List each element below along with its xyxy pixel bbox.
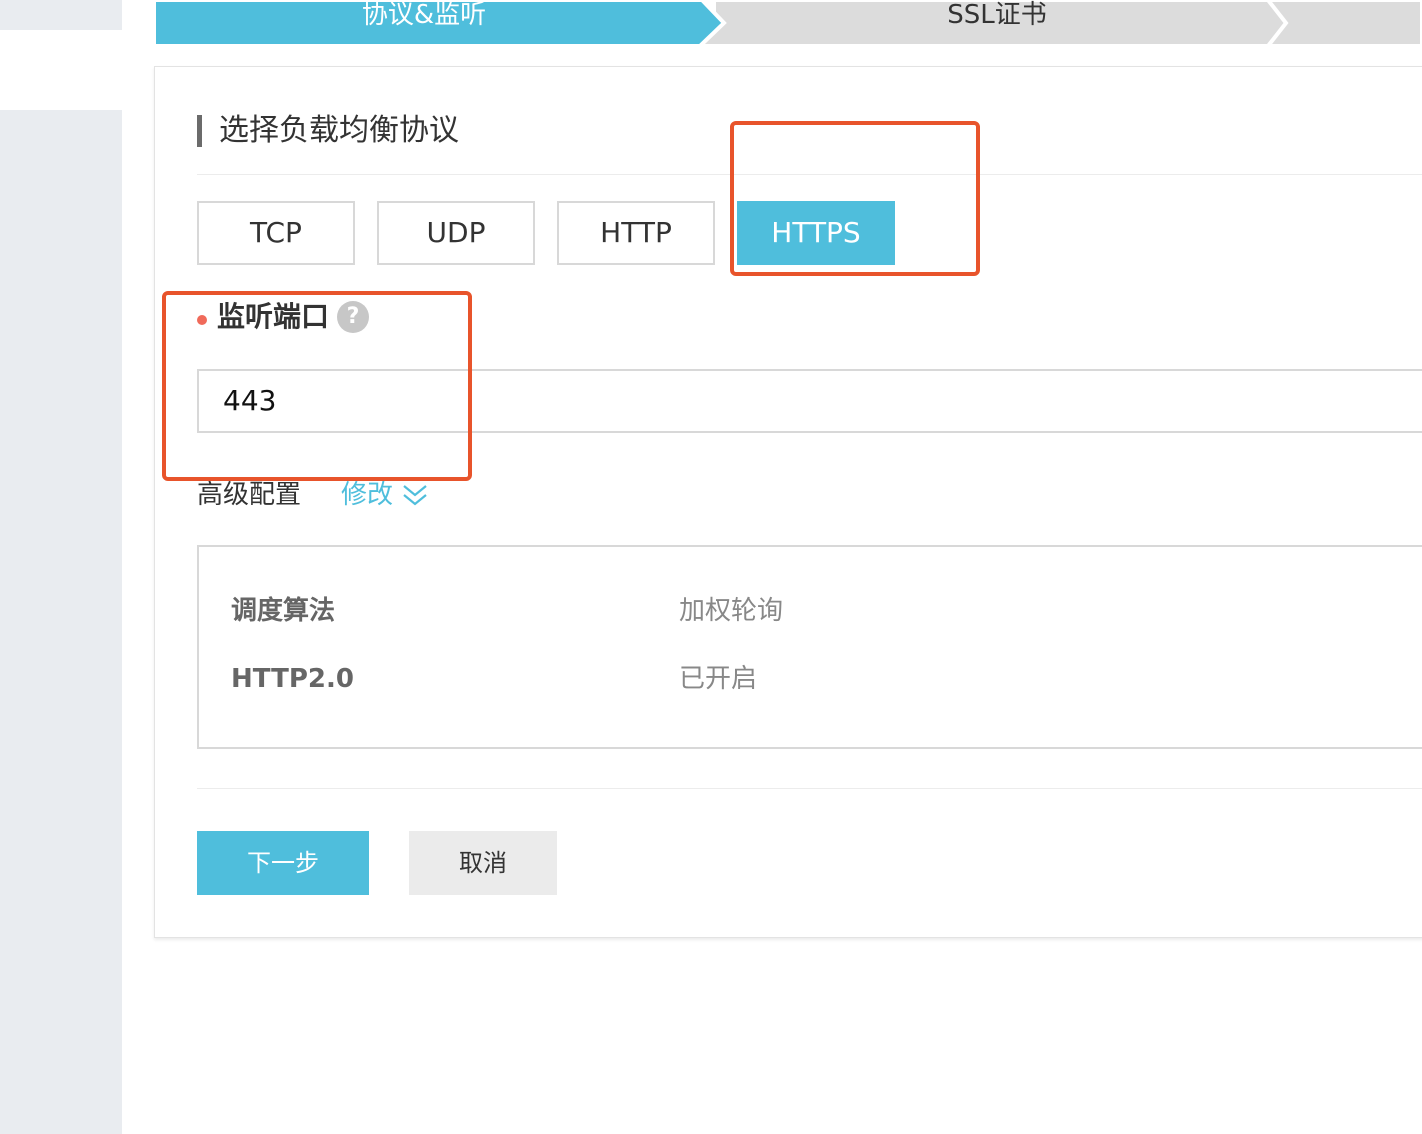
step-progress-bar: 协议&监听 SSL证书 [154, 0, 1422, 46]
sidebar-section-top [0, 0, 122, 30]
cancel-button[interactable]: 取消 [409, 831, 557, 895]
step-1-label[interactable]: 协议&监听 [154, 0, 694, 30]
next-step-button[interactable]: 下一步 [197, 831, 369, 895]
section-title-bar [197, 115, 202, 147]
annotation-box-https [730, 121, 980, 276]
protocol-button-http[interactable]: HTTP [557, 201, 715, 265]
advanced-config-label: 高级配置 [197, 480, 302, 510]
left-sidebar [0, 0, 122, 1134]
config-key-scheduling: 调度算法 [231, 596, 336, 626]
config-key-http2: HTTP2.0 [231, 664, 354, 694]
step-2-label[interactable]: SSL证书 [714, 0, 1280, 30]
advanced-config-panel: 调度算法 加权轮询 HTTP2.0 已开启 [197, 545, 1422, 749]
double-chevron-down-icon[interactable] [401, 483, 429, 509]
step-3-shape [1265, 0, 1422, 46]
protocol-button-tcp[interactable]: TCP [197, 201, 355, 265]
divider [197, 788, 1422, 789]
advanced-edit-link[interactable]: 修改 [341, 475, 393, 515]
sidebar-section-bottom [0, 110, 122, 1134]
config-card: 选择负载均衡协议 TCP UDP HTTP HTTPS 监听端口 ? 高级配置 … [154, 66, 1422, 938]
config-value-scheduling: 加权轮询 [679, 596, 784, 626]
config-value-http2: 已开启 [679, 664, 758, 694]
annotation-box-port [162, 291, 472, 481]
protocol-button-udp[interactable]: UDP [377, 201, 535, 265]
section-title: 选择负载均衡协议 [219, 113, 459, 148]
